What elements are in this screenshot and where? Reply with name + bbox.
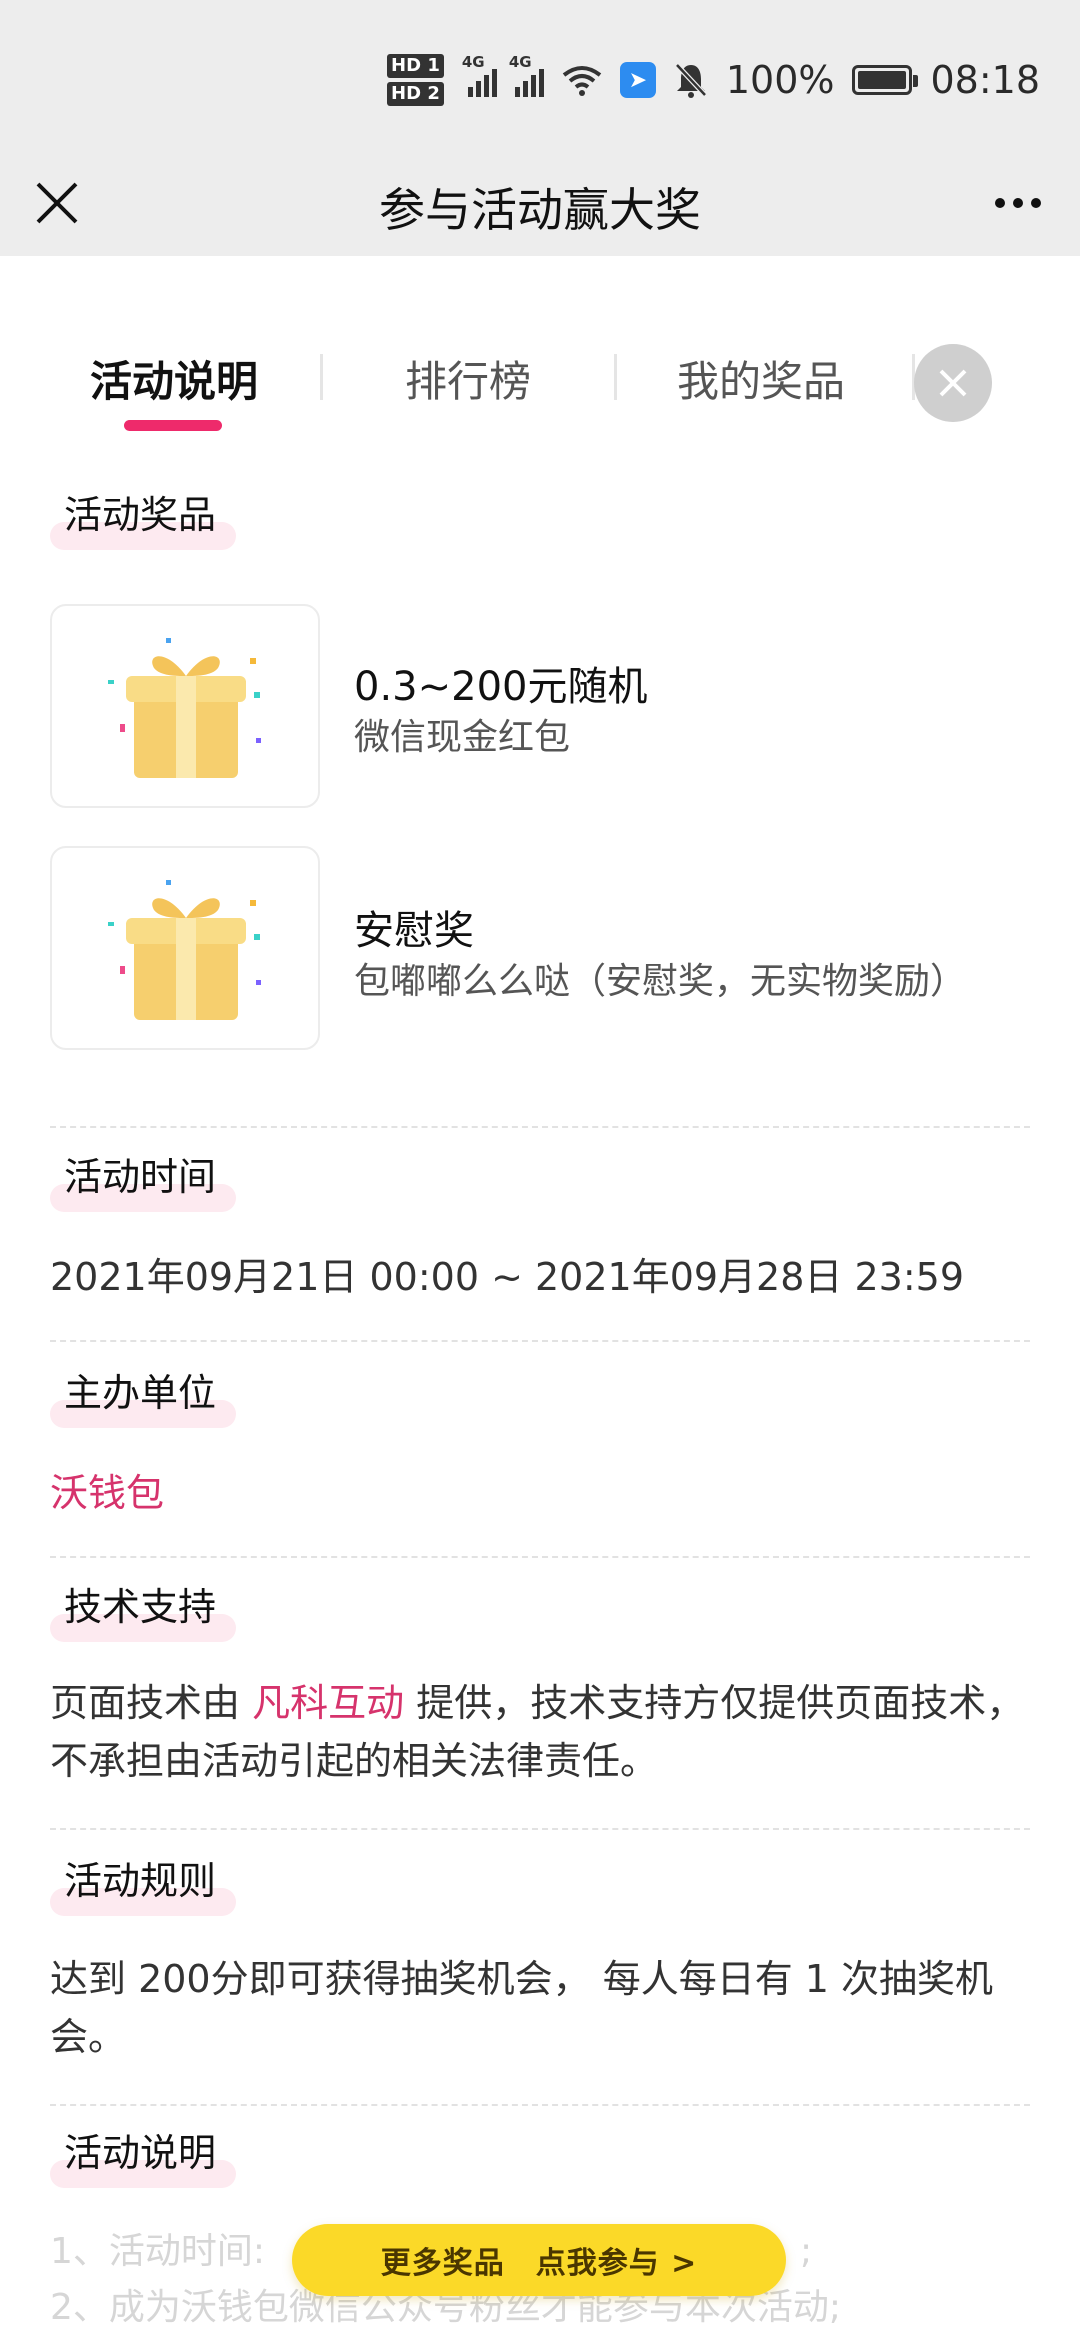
tech-provider-link[interactable]: 凡科互动 [252, 1681, 404, 1725]
join-activity-button[interactable]: 更多奖品 点我参与 > [292, 2224, 786, 2296]
activity-time-value: 2021年09月21日 00:00 ~ 2021年09月28日 23:59 [50, 1255, 965, 1299]
signal-label-2: 4G [508, 53, 532, 71]
divider [50, 1828, 1030, 1830]
section-title-text: 活动奖品 [64, 493, 217, 537]
hd-indicator: HD 1 HD 2 [387, 54, 444, 106]
section-title-text: 活动规则 [64, 1859, 217, 1903]
status-bar: HD 1 HD 2 4G 4G ➤ 100% 08:18 [0, 0, 1080, 150]
prize-description: 微信现金红包 [354, 717, 571, 758]
status-icons: HD 1 HD 2 4G 4G ➤ 100% 08:18 [387, 52, 1040, 108]
tech-support-text: 页面技术由 凡科互动 提供，技术支持方仅提供页面技术，不承担由活动引起的相关法律… [50, 1674, 1030, 1790]
battery-icon [852, 65, 919, 95]
section-title-time: 活动时间 [50, 1152, 236, 1212]
description-line-1-end: ; [800, 2231, 813, 2272]
prize-name: 安慰奖 [354, 908, 474, 954]
section-title-text: 技术支持 [64, 1585, 217, 1629]
tab-my-prizes[interactable]: 我的奖品 [677, 348, 845, 409]
app-notification-icon: ➤ [619, 62, 656, 98]
page-title: 参与活动赢大奖 [379, 183, 701, 237]
active-tab-indicator [124, 420, 222, 431]
top-bar: 参与活动赢大奖 [0, 150, 1080, 256]
organizer-link[interactable]: 沃钱包 [50, 1464, 1030, 1522]
close-icon [939, 369, 967, 397]
section-title-description: 活动说明 [50, 2128, 236, 2188]
gift-box-icon [108, 638, 261, 778]
prize-description: 包嘟嘟么么哒（安慰奖，无实物奖励） [354, 961, 967, 1002]
hd2-badge: HD 2 [387, 82, 444, 106]
divider [50, 1340, 1030, 1342]
divider [50, 1126, 1030, 1128]
prize-card [50, 604, 320, 808]
tab-divider [320, 354, 323, 400]
mute-bell-icon [675, 63, 707, 98]
prize-name: 0.3~200元随机 [354, 664, 648, 710]
signal-label-1: 4G [461, 53, 485, 71]
section-title-tech-support: 技术支持 [50, 1582, 236, 1642]
section-title-text: 主办单位 [64, 1371, 217, 1415]
tab-leaderboard[interactable]: 排行榜 [405, 348, 531, 409]
tab-activity-description[interactable]: 活动说明 [90, 348, 258, 409]
divider [50, 2104, 1030, 2106]
close-panel-button[interactable] [914, 344, 992, 422]
tech-support-prefix: 页面技术由 [50, 1681, 253, 1725]
tab-bar: 活动说明 排行榜 我的奖品 [0, 330, 1080, 440]
more-options-icon[interactable] [986, 180, 1050, 226]
section-title-rules: 活动规则 [50, 1856, 236, 1916]
prize-card [50, 846, 320, 1050]
section-title-prizes: 活动奖品 [50, 490, 236, 550]
hd1-badge: HD 1 [387, 54, 444, 78]
rules-text: 达到 200分即可获得抽奖机会， 每人每日有 1 次抽奖机会。 [50, 1957, 994, 2059]
signal-icon-1: 4G [462, 53, 497, 97]
battery-percent: 100% [725, 58, 835, 102]
section-title-organizer: 主办单位 [50, 1368, 236, 1428]
divider [50, 1556, 1030, 1558]
signal-icon-2: 4G [509, 53, 544, 97]
section-title-text: 活动时间 [64, 1155, 217, 1199]
tab-divider [614, 354, 617, 400]
clock: 08:18 [930, 58, 1040, 102]
wifi-icon [562, 66, 602, 96]
gift-box-icon [108, 880, 261, 1020]
section-title-text: 活动说明 [64, 2131, 217, 2175]
description-line-1-start: 1、活动时间: [50, 2231, 266, 2272]
